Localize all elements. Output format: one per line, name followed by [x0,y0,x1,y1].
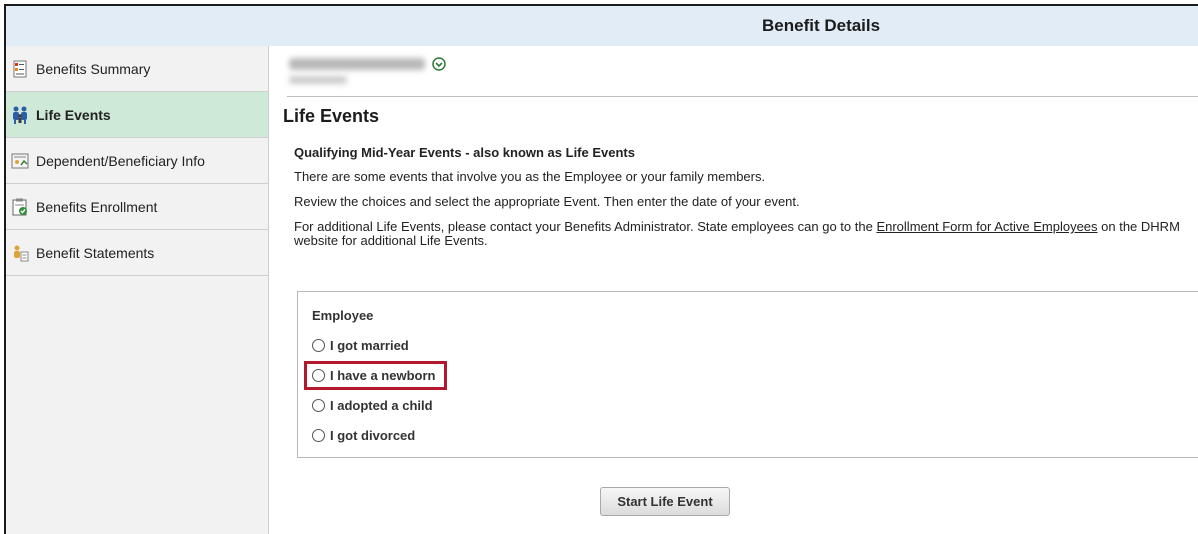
intro-line: Review the choices and select the approp… [294,194,800,209]
option-adopted-child[interactable]: I adopted a child [312,396,433,414]
employee-id-redacted [289,76,347,84]
option-label: I adopted a child [330,397,433,413]
enrollment-form-link[interactable]: Enrollment Form for Active Employees [876,219,1097,234]
sidebar: Benefits Summary Life Events Dependent/B… [6,46,269,534]
sidebar-item-benefits-enrollment[interactable]: Benefits Enrollment [6,184,268,230]
intro-text-before-link: For additional Life Events, please conta… [294,219,877,234]
main-content: Life Events Qualifying Mid-Year Events -… [269,46,1198,534]
option-got-married[interactable]: I got married [312,336,409,354]
intro-line-with-link: For additional Life Events, please conta… [294,220,1184,248]
intro-text: Qualifying Mid-Year Events - also known … [294,146,1184,259]
sidebar-item-dependent-beneficiary-info[interactable]: Dependent/Beneficiary Info [6,138,268,184]
radio-button[interactable] [312,338,325,352]
app-frame: Benefit Details Benefits Summary Life Ev… [4,4,1198,534]
benefits-summary-icon [10,59,30,79]
chevron-down-circle-icon[interactable] [432,57,446,71]
option-label: I have a newborn [330,367,436,383]
sidebar-item-benefit-statements[interactable]: Benefit Statements [6,230,268,276]
family-icon [10,105,30,125]
radio-button[interactable] [312,368,325,382]
employee-name-redacted [289,58,425,70]
page-header: Benefit Details [6,6,1198,47]
sidebar-item-label: Dependent/Beneficiary Info [36,152,205,169]
option-have-newborn[interactable]: I have a newborn [312,366,435,384]
start-life-event-button[interactable]: Start Life Event [600,487,730,516]
sidebar-item-label: Benefits Enrollment [36,198,158,215]
sidebar-item-benefits-summary[interactable]: Benefits Summary [6,46,268,92]
enrollment-check-icon [10,197,30,217]
employee-events-group: Employee I got married I have a newborn … [297,291,1198,458]
intro-heading: Qualifying Mid-Year Events - also known … [294,145,635,160]
option-label: I got married [330,337,409,353]
sidebar-item-label: Benefits Summary [36,60,151,77]
option-label: I got divorced [330,427,416,443]
radio-button[interactable] [312,428,325,442]
statements-icon [10,243,30,263]
employee-header [287,56,1198,97]
sidebar-item-label: Life Events [36,106,111,123]
radio-button[interactable] [312,398,325,412]
option-got-divorced[interactable]: I got divorced [312,426,415,444]
group-label: Employee [312,308,374,323]
sidebar-item-life-events[interactable]: Life Events [6,92,268,138]
page-title: Life Events [283,106,380,126]
sidebar-item-label: Benefit Statements [36,244,155,261]
dependent-info-icon [10,151,30,171]
header-title: Benefit Details [762,16,881,35]
intro-line: There are some events that involve you a… [294,169,766,184]
